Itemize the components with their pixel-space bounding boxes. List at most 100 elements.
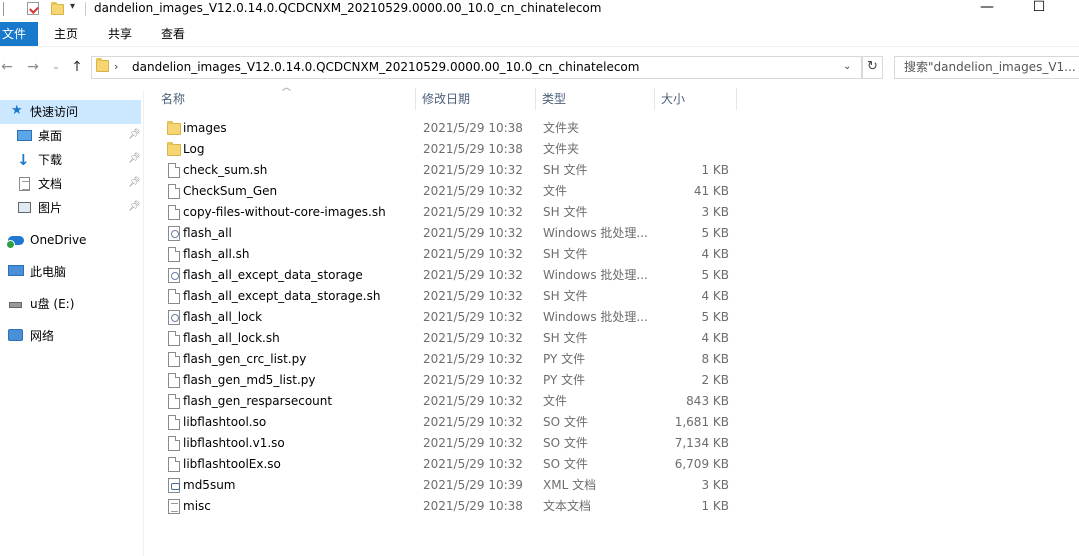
tab-share[interactable]: 共享 [94, 22, 146, 46]
file-row[interactable]: flash_all_lock.sh 2021/5/29 10:32 SH 文件 4 K… [160, 328, 740, 349]
file-row[interactable]: Log 2021/5/29 10:38 文件夹 [160, 139, 740, 160]
divider [85, 2, 86, 16]
file-type: PY 文件 [543, 373, 586, 387]
file-name: Log [183, 142, 205, 156]
file-row[interactable]: libflashtool.v1.so 2021/5/29 10:32 SO 文件 7,… [160, 433, 740, 454]
file-name: check_sum.sh [183, 163, 268, 177]
minimize-button[interactable]: — [964, 0, 1010, 18]
file-name: copy-files-without-core-images.sh [183, 205, 386, 219]
file-row[interactable]: flash_all 2021/5/29 10:32 Windows 批处理... 5 … [160, 223, 740, 244]
file-date: 2021/5/29 10:32 [423, 352, 523, 366]
file-name: flash_all_except_data_storage [183, 268, 363, 282]
file-date: 2021/5/29 10:32 [423, 436, 523, 450]
sidebar-item-onedrive[interactable]: OneDrive [0, 228, 141, 252]
file-name: libflashtoolEx.so [183, 457, 281, 471]
file-row[interactable]: libflashtoolEx.so 2021/5/29 10:32 SO 文件 6,7… [160, 454, 740, 475]
file-row[interactable]: libflashtool.so 2021/5/29 10:32 SO 文件 1,681… [160, 412, 740, 433]
column-header-name[interactable]: 名称 [155, 88, 416, 110]
batch-file-icon [168, 268, 180, 283]
sidebar-item-label: 快速访问 [30, 105, 79, 119]
forward-arrow-icon[interactable]: → [24, 58, 42, 76]
file-row[interactable]: flash_gen_md5_list.py 2021/5/29 10:32 PY 文… [160, 370, 740, 391]
file-icon [168, 289, 180, 304]
breadcrumb-chevron-icon[interactable]: › [114, 57, 118, 78]
file-type: PY 文件 [543, 352, 586, 366]
file-row[interactable]: flash_gen_crc_list.py 2021/5/29 10:32 PY 文… [160, 349, 740, 370]
column-header-size[interactable]: 大小 [655, 88, 737, 110]
column-header-date[interactable]: 修改日期 [416, 88, 536, 110]
file-size: 3 KB [701, 478, 729, 492]
sidebar-item-usb-drive[interactable]: u盘 (E:) [0, 292, 141, 316]
file-name: md5sum [183, 478, 236, 492]
file-row[interactable]: flash_all.sh 2021/5/29 10:32 SH 文件 4 KB [160, 244, 740, 265]
file-row[interactable]: images 2021/5/29 10:38 文件夹 [160, 118, 740, 139]
file-name: images [183, 121, 227, 135]
sidebar-item-network[interactable]: 网络 [0, 324, 141, 348]
file-size: 4 KB [701, 289, 729, 303]
file-name: flash_all_lock.sh [183, 331, 280, 345]
file-name: flash_gen_resparsecount [183, 394, 333, 408]
download-icon: ↓ [17, 151, 30, 169]
file-size: 4 KB [701, 247, 729, 261]
new-folder-icon[interactable] [51, 2, 64, 15]
pin-icon[interactable]: 📌︎ [128, 201, 141, 212]
file-name: flash_all_except_data_storage.sh [183, 289, 381, 303]
file-type: SO 文件 [543, 436, 588, 450]
file-icon [168, 436, 180, 451]
sidebar-item-desktop[interactable]: 桌面 📌︎ [0, 124, 141, 148]
file-row[interactable]: flash_gen_resparsecount 2021/5/29 10:32 文件… [160, 391, 740, 412]
file-date: 2021/5/29 10:32 [423, 205, 523, 219]
search-placeholder: 搜索"dandelion_images_V1... [904, 60, 1076, 74]
refresh-icon[interactable]: ↻ [862, 56, 883, 79]
tab-file[interactable]: 文件 [0, 22, 38, 46]
up-arrow-icon[interactable]: ↑ [68, 58, 86, 76]
customize-toolbar-icon[interactable]: ▾ [70, 1, 75, 12]
sidebar-item-quick-access[interactable]: ★ 快速访问 [0, 100, 141, 124]
file-row[interactable]: flash_all_except_data_storage 2021/5/29 1… [160, 265, 740, 286]
title-bar: ▾ dandelion_images_V12.0.14.0.QCDCNXM_20… [0, 0, 1079, 18]
back-arrow-icon[interactable]: ← [0, 58, 16, 76]
properties-icon[interactable] [27, 2, 39, 15]
maximize-button[interactable]: ☐ [1016, 0, 1062, 18]
tab-view[interactable]: 查看 [147, 22, 199, 46]
file-row[interactable]: CheckSum_Gen 2021/5/29 10:32 文件 41 KB [160, 181, 740, 202]
sidebar-item-pictures[interactable]: 图片 📌︎ [0, 196, 141, 220]
file-size: 4 KB [701, 331, 729, 345]
file-row[interactable]: copy-files-without-core-images.sh 2021/5/… [160, 202, 740, 223]
file-date: 2021/5/29 10:32 [423, 457, 523, 471]
file-row[interactable]: flash_all_except_data_storage.sh 2021/5/2… [160, 286, 740, 307]
file-row[interactable]: check_sum.sh 2021/5/29 10:32 SH 文件 1 KB [160, 160, 740, 181]
file-size: 5 KB [701, 226, 729, 240]
address-path: dandelion_images_V12.0.14.0.QCDCNXM_2021… [132, 60, 640, 74]
tab-home[interactable]: 主页 [40, 22, 92, 46]
file-type: SO 文件 [543, 415, 588, 429]
file-row[interactable]: flash_all_lock 2021/5/29 10:32 Windows 批处理… [160, 307, 740, 328]
file-date: 2021/5/29 10:38 [423, 121, 523, 135]
pin-icon[interactable]: 📌︎ [128, 129, 141, 140]
recent-locations-chevron-icon[interactable]: ⌄ [47, 58, 65, 76]
sidebar-item-this-pc[interactable]: 此电脑 [0, 260, 141, 284]
address-bar[interactable]: › dandelion_images_V12.0.14.0.QCDCNXM_20… [91, 56, 862, 79]
ribbon-tabs: 文件 主页 共享 查看 [0, 22, 1079, 47]
pin-icon[interactable]: 📌︎ [128, 153, 141, 164]
column-header-type[interactable]: 类型 [536, 88, 655, 110]
file-date: 2021/5/29 10:38 [423, 142, 523, 156]
desktop-icon [17, 130, 32, 141]
file-size: 1,681 KB [674, 415, 729, 429]
address-dropdown-icon[interactable]: ⌄ [843, 57, 851, 78]
file-row[interactable]: misc 2021/5/29 10:38 文本文档 1 KB [160, 496, 740, 517]
file-icon [168, 457, 180, 472]
picture-icon [18, 202, 31, 213]
pin-icon[interactable]: 📌︎ [128, 177, 141, 188]
sidebar-item-label: 此电脑 [30, 265, 67, 279]
sidebar-item-downloads[interactable]: ↓ 下载 📌︎ [0, 148, 141, 172]
search-input[interactable]: 搜索"dandelion_images_V1... [894, 56, 1079, 79]
file-name: flash_all.sh [183, 247, 250, 261]
file-type: 文件 [543, 394, 568, 408]
file-icon [168, 373, 180, 388]
sidebar-item-documents[interactable]: 文档 📌︎ [0, 172, 141, 196]
file-name: misc [183, 499, 211, 513]
file-size: 7,134 KB [674, 436, 729, 450]
file-row[interactable]: md5sum 2021/5/29 10:39 XML 文档 3 KB [160, 475, 740, 496]
file-name: flash_all_lock [183, 310, 263, 324]
